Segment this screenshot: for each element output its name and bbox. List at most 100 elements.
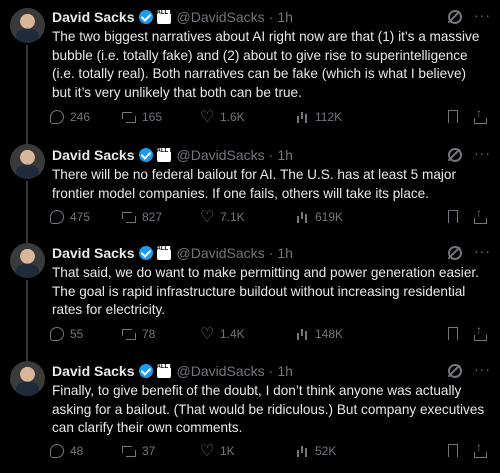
affiliate-badge-icon[interactable]: ALL IN — [156, 364, 171, 378]
post-header: David Sacks ALL IN @DavidSacks·1h — [52, 362, 293, 380]
share-icon[interactable] — [474, 206, 487, 224]
repost-button[interactable]: 37 — [122, 442, 155, 460]
post-actions: 48 37 1K 52K — [50, 440, 490, 461]
like-icon — [200, 441, 214, 461]
share-icon[interactable] — [474, 106, 487, 124]
views-icon — [295, 210, 309, 224]
avatar[interactable] — [10, 8, 45, 43]
affiliate-badge-icon[interactable]: ALL IN — [156, 10, 171, 24]
post-time[interactable]: 1h — [277, 8, 293, 26]
post-time[interactable]: 1h — [277, 146, 293, 164]
verified-badge-icon — [138, 364, 153, 378]
more-icon[interactable]: ··· — [474, 8, 490, 24]
post-text: That said, we do want to make permitting… — [52, 265, 479, 317]
thread-connector-line — [26, 181, 28, 243]
post-actions: 246 165 1.6K 112K — [50, 106, 490, 127]
views-count: 619K — [315, 210, 344, 224]
repost-count: 78 — [142, 327, 156, 341]
repost-button[interactable]: 78 — [122, 325, 155, 343]
post-actions: 55 78 1.4K 148K — [50, 323, 490, 344]
views-icon — [295, 444, 309, 458]
views-count: 148K — [315, 327, 344, 341]
author-name[interactable]: David Sacks — [52, 244, 135, 262]
bookmark-icon[interactable] — [448, 444, 458, 457]
reply-icon — [50, 210, 64, 224]
separator-dot: · — [268, 147, 274, 163]
repost-icon — [122, 210, 136, 224]
grok-icon[interactable] — [448, 148, 462, 162]
views-count: 52K — [315, 444, 337, 458]
avatar[interactable] — [10, 361, 45, 396]
grok-icon[interactable] — [448, 364, 462, 378]
more-icon[interactable]: ··· — [474, 146, 490, 162]
avatar[interactable] — [10, 243, 45, 278]
share-icon[interactable] — [474, 323, 487, 341]
post-header: David Sacks ALL IN @DavidSacks·1h — [52, 146, 293, 164]
repost-button[interactable]: 165 — [122, 108, 162, 126]
like-count: 1K — [220, 444, 235, 458]
post-header: David Sacks ALL IN @DavidSacks·1h — [52, 244, 293, 262]
separator-dot: · — [268, 363, 274, 379]
like-count: 1.4K — [220, 327, 245, 341]
repost-button[interactable]: 827 — [122, 208, 162, 226]
views-button[interactable]: 112K — [295, 108, 342, 126]
repost-icon — [122, 110, 136, 124]
bookmark-icon[interactable] — [448, 110, 458, 123]
bookmark-icon[interactable] — [448, 210, 458, 223]
post-text: The two biggest narratives about AI righ… — [52, 29, 480, 100]
like-button[interactable]: 1K — [200, 441, 235, 461]
repost-count: 827 — [142, 210, 163, 224]
views-button[interactable]: 148K — [295, 325, 343, 343]
separator-dot: · — [268, 245, 274, 261]
post-header: David Sacks ALL IN @DavidSacks·1h — [52, 8, 293, 26]
author-name[interactable]: David Sacks — [52, 146, 135, 164]
thread-connector-line — [26, 45, 28, 144]
author-name[interactable]: David Sacks — [52, 8, 135, 26]
author-handle[interactable]: @DavidSacks — [177, 362, 265, 380]
post-text: There will be no federal bailout for AI.… — [52, 167, 456, 201]
like-count: 7.1K — [220, 210, 245, 224]
like-button[interactable]: 1.4K — [200, 324, 245, 344]
post-time[interactable]: 1h — [277, 244, 293, 262]
reply-button[interactable]: 48 — [50, 442, 83, 460]
like-button[interactable]: 7.1K — [200, 207, 245, 227]
verified-badge-icon — [138, 10, 153, 24]
grok-icon[interactable] — [448, 10, 462, 24]
reply-count: 48 — [70, 444, 84, 458]
post-time[interactable]: 1h — [277, 362, 293, 380]
thread-connector-line — [26, 280, 28, 361]
author-name[interactable]: David Sacks — [52, 362, 135, 380]
author-handle[interactable]: @DavidSacks — [177, 244, 265, 262]
thread: David SacksALL IN@DavidSacks·1h···The tw… — [0, 0, 500, 473]
share-icon[interactable] — [474, 440, 487, 458]
more-icon[interactable]: ··· — [474, 362, 490, 378]
views-icon — [295, 327, 309, 341]
views-button[interactable]: 619K — [295, 208, 343, 226]
repost-icon — [122, 444, 136, 458]
like-count: 1.6K — [220, 110, 245, 124]
reply-button[interactable]: 475 — [50, 208, 90, 226]
reply-icon — [50, 110, 64, 124]
post-actions: 475 827 7.1K 619K — [50, 206, 490, 227]
author-handle[interactable]: @DavidSacks — [177, 146, 265, 164]
views-button[interactable]: 52K — [295, 442, 336, 460]
reply-count: 475 — [70, 210, 91, 224]
grok-icon[interactable] — [448, 246, 462, 260]
author-handle[interactable]: @DavidSacks — [177, 8, 265, 26]
reply-button[interactable]: 246 — [50, 108, 90, 126]
bookmark-icon[interactable] — [448, 327, 458, 340]
reply-button[interactable]: 55 — [50, 325, 83, 343]
reply-count: 246 — [70, 110, 91, 124]
affiliate-badge-icon[interactable]: ALL IN — [156, 246, 171, 260]
repost-count: 37 — [142, 444, 156, 458]
like-button[interactable]: 1.6K — [200, 107, 245, 127]
repost-count: 165 — [142, 110, 163, 124]
avatar[interactable] — [10, 144, 45, 179]
more-icon[interactable]: ··· — [474, 244, 490, 260]
verified-badge-icon — [138, 148, 153, 162]
like-icon — [200, 107, 214, 127]
like-icon — [200, 324, 214, 344]
separator-dot: · — [268, 9, 274, 25]
reply-icon — [50, 327, 64, 341]
affiliate-badge-icon[interactable]: ALL IN — [156, 148, 171, 162]
